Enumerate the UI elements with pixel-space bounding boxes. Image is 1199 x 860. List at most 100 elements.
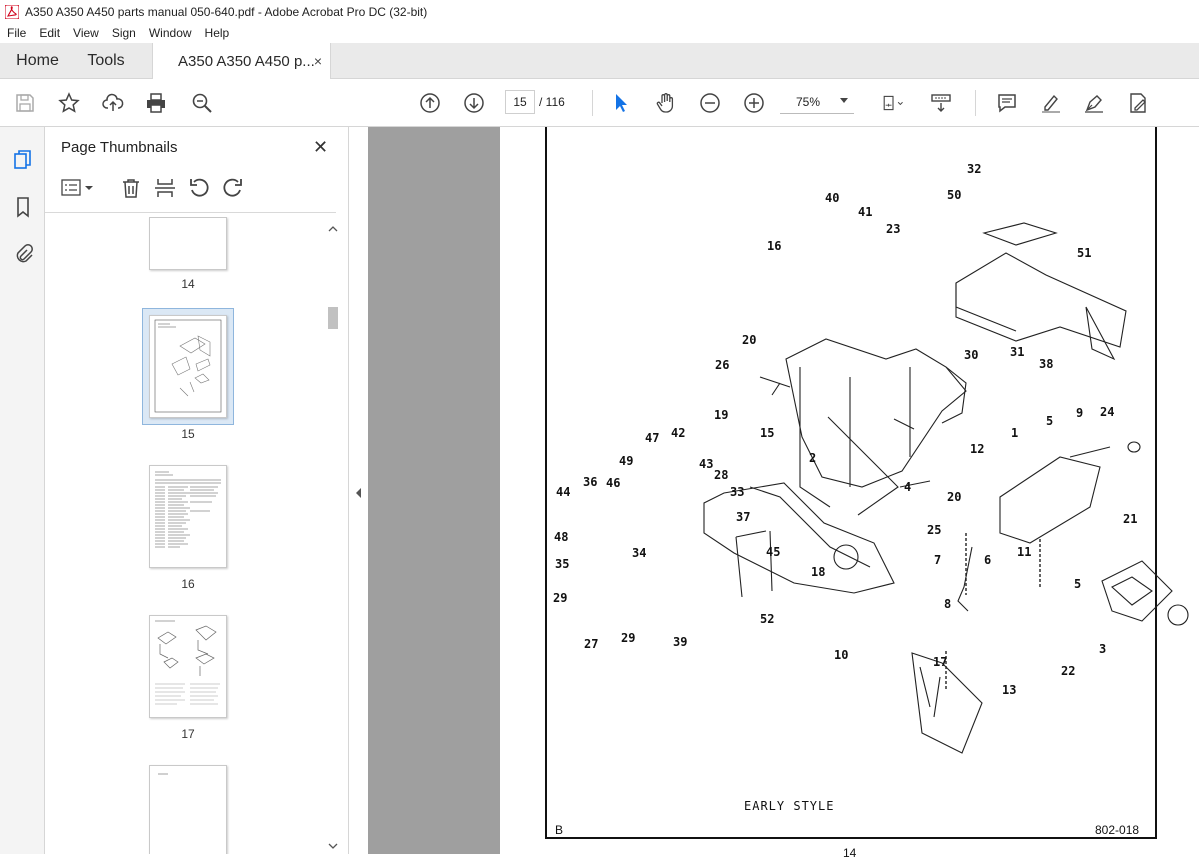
tab-tools[interactable]: Tools <box>75 43 137 79</box>
tab-document[interactable]: A350 A350 A450 p... × <box>152 43 331 79</box>
previous-page-button[interactable] <box>418 91 442 115</box>
fill-sign-button[interactable] <box>1126 91 1150 115</box>
scroll-up-icon[interactable] <box>326 223 340 235</box>
thumbnails-panel: Page Thumbnails ✕ 14 15 16 17 <box>45 127 349 854</box>
select-tool-button[interactable] <box>609 91 633 115</box>
paperclip-icon <box>16 244 33 263</box>
menu-file[interactable]: File <box>0 26 32 40</box>
thumbnail-page-14[interactable] <box>149 217 227 270</box>
delete-pages-button[interactable] <box>120 177 142 202</box>
thumbnail-preview <box>154 319 222 413</box>
thumbnail-preview <box>155 620 220 705</box>
attachments-nav[interactable] <box>11 241 35 265</box>
acrobat-icon <box>5 4 19 19</box>
options-menu-button[interactable] <box>61 178 95 201</box>
save-button[interactable] <box>13 91 37 115</box>
rotate-right-icon <box>223 178 242 197</box>
tab-document-label: A350 A350 A450 p... <box>178 52 315 70</box>
cloud-upload-icon <box>102 93 124 111</box>
menu-window[interactable]: Window <box>142 26 198 40</box>
menu-sign[interactable]: Sign <box>105 26 142 40</box>
scrolling-mode-button[interactable] <box>929 91 953 115</box>
zoom-in-button[interactable] <box>742 91 766 115</box>
menu-bar: File Edit View Sign Window Help <box>0 23 1199 43</box>
exploded-parts-drawing <box>703 222 1189 754</box>
document-viewer[interactable] <box>368 127 1199 854</box>
list-options-icon <box>61 179 93 196</box>
menu-edit[interactable]: Edit <box>32 26 66 40</box>
rotate-clockwise-button[interactable] <box>222 177 244 202</box>
arrow-down-circle-icon <box>464 93 484 113</box>
thumbnail-label: 15 <box>181 427 195 441</box>
comment-button[interactable] <box>995 91 1019 115</box>
bookmark-star-button[interactable] <box>57 91 81 115</box>
pdf-page <box>500 127 1199 854</box>
thumbnail-preview <box>155 471 221 548</box>
thumbnail-toolbar <box>45 165 336 213</box>
toolbar-divider <box>592 90 593 116</box>
plus-circle-icon <box>744 93 764 113</box>
page-display-button[interactable] <box>876 91 910 115</box>
thumbnail-preview <box>158 773 168 775</box>
zoom-select[interactable]: 75% <box>780 90 854 114</box>
thumbnail-label: 16 <box>181 577 195 591</box>
panel-title: Page Thumbnails <box>61 139 178 156</box>
fit-page-icon <box>883 95 903 111</box>
thumbnail-scrollbar[interactable] <box>326 219 340 854</box>
printer-icon <box>147 93 165 113</box>
thumbnail-page-16[interactable] <box>149 465 227 568</box>
minus-circle-icon <box>700 93 720 113</box>
save-icon <box>16 94 34 112</box>
chevron-down-icon <box>840 98 848 103</box>
menu-help[interactable]: Help <box>198 26 236 40</box>
zoom-out-button[interactable] <box>698 91 722 115</box>
hand-tool-button[interactable] <box>654 91 678 115</box>
page-number-input[interactable]: 15 <box>505 90 535 114</box>
rotate-counterclockwise-button[interactable] <box>188 177 210 202</box>
tab-home[interactable]: Home <box>0 43 75 79</box>
rotate-left-icon <box>190 178 209 197</box>
thumbnail-list: 14 15 16 17 <box>45 217 349 854</box>
panel-splitter[interactable] <box>349 127 368 854</box>
comment-icon <box>998 94 1016 113</box>
trash-icon <box>123 179 139 198</box>
scroll-down-icon[interactable] <box>326 840 340 852</box>
upload-button[interactable] <box>101 91 125 115</box>
close-tab-icon[interactable]: × <box>314 53 322 69</box>
extract-pages-button[interactable] <box>154 177 176 202</box>
star-icon <box>58 92 80 113</box>
toolbar-divider <box>975 90 976 116</box>
thumbnail-page-15[interactable] <box>149 315 227 418</box>
scrollbar-thumb[interactable] <box>328 307 338 329</box>
close-panel-icon[interactable]: ✕ <box>313 137 328 158</box>
draw-button[interactable] <box>1082 91 1106 115</box>
tab-bar: Home Tools A350 A350 A450 p... × <box>0 43 1199 79</box>
title-bar: A350 A350 A450 parts manual 050-640.pdf … <box>0 0 1199 23</box>
cursor-arrow-icon <box>616 94 627 112</box>
highlight-button[interactable] <box>1039 91 1063 115</box>
extract-pages-icon <box>155 179 175 197</box>
bookmark-icon <box>17 197 29 218</box>
zoom-search-button[interactable] <box>190 91 214 115</box>
zoom-out-search-icon <box>192 93 212 113</box>
hand-icon <box>656 93 674 113</box>
pages-icon <box>14 150 31 169</box>
thumbnail-page-18[interactable] <box>149 765 227 854</box>
window-title: A350 A350 A450 parts manual 050-640.pdf … <box>25 4 428 19</box>
bookmarks-nav[interactable] <box>11 195 35 219</box>
next-page-button[interactable] <box>462 91 486 115</box>
scroll-mode-icon <box>931 94 951 112</box>
print-button[interactable] <box>144 91 168 115</box>
collapse-panel-icon[interactable] <box>354 487 364 499</box>
thumbnail-label: 17 <box>181 727 195 741</box>
zoom-value: 75% <box>796 94 821 109</box>
highlighter-pen-icon <box>1042 94 1060 113</box>
menu-view[interactable]: View <box>66 26 105 40</box>
page-thumbnails-nav[interactable] <box>11 148 35 172</box>
toolbar <box>0 79 1199 127</box>
pen-sign-icon <box>1085 95 1103 113</box>
thumbnail-page-17[interactable] <box>149 615 227 718</box>
arrow-up-circle-icon <box>420 93 440 113</box>
page-total: / 116 <box>539 95 565 109</box>
fill-sign-icon <box>1130 93 1146 113</box>
